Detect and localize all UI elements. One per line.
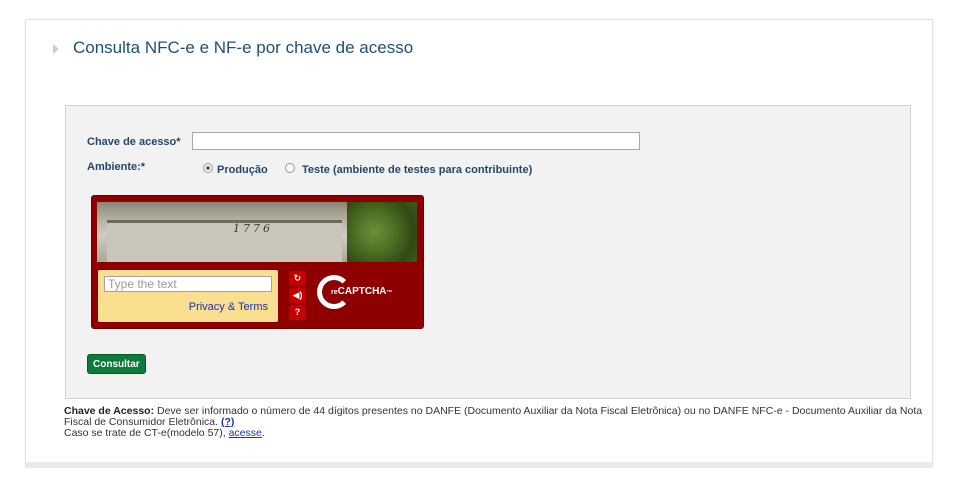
page-header: Consulta NFC-e e NF-e por chave de acess… [53,38,413,58]
radio-producao-label[interactable]: Produção [217,164,268,176]
radio-teste-label[interactable]: Teste (ambiente de testes para contribui… [302,164,532,176]
privacy-terms-link[interactable]: Privacy & Terms [189,301,268,313]
acesse-link[interactable]: acesse [229,427,262,439]
query-form-panel: Chave de acesso* Ambiente:* Produção Tes… [65,105,911,399]
recaptcha-widget: 1776 Privacy & Terms ↻ ◀) ? reCAPTCHA™ [91,195,424,329]
card-shadow [25,462,933,468]
consultar-button[interactable]: Consultar [87,354,146,374]
chave-input[interactable] [192,132,640,150]
chave-label: Chave de acesso* [87,136,181,148]
page-title: Consulta NFC-e e NF-e por chave de acess… [73,38,414,57]
refresh-icon[interactable]: ↻ [289,271,306,286]
ambiente-label: Ambiente:* [87,161,146,173]
help-text: Chave de Acesso: Deve ser informado o nú… [64,405,923,439]
audio-icon[interactable]: ◀) [289,288,306,303]
help-icon[interactable]: ? [289,305,306,320]
recaptcha-logo: reCAPTCHA™ [317,273,407,319]
captcha-controls: ↻ ◀) ? [289,271,306,322]
captcha-response-input[interactable] [104,276,272,292]
captcha-image-text: 1776 [233,222,273,235]
radio-teste[interactable] [285,163,295,173]
captcha-input-area: Privacy & Terms [98,270,278,322]
radio-producao[interactable] [203,163,213,173]
expand-arrow-icon [53,43,59,54]
captcha-image: 1776 [97,202,417,262]
